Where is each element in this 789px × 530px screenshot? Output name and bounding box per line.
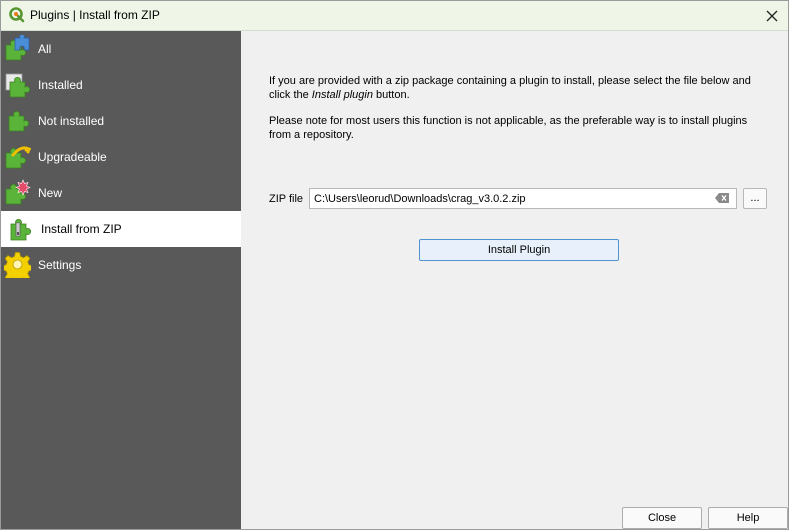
sidebar-item-label: New bbox=[38, 186, 63, 200]
close-button[interactable]: Close bbox=[622, 507, 702, 529]
sidebar-item-label: Upgradeable bbox=[38, 150, 107, 164]
sidebar-item-label: Not installed bbox=[38, 114, 105, 128]
sidebar-item-label: Settings bbox=[38, 258, 82, 272]
zip-file-input[interactable] bbox=[309, 188, 737, 209]
clear-input-icon[interactable] bbox=[715, 193, 729, 203]
plugins-dialog: Plugins | Install from ZIP All Installed bbox=[0, 0, 789, 530]
sidebar-item-not-installed[interactable]: Not installed bbox=[1, 103, 241, 139]
intro-text: If you are provided with a zip package c… bbox=[269, 75, 751, 101]
window-title: Plugins | Install from ZIP bbox=[30, 8, 160, 22]
install-plugin-emphasis: Install plugin bbox=[311, 89, 373, 101]
sidebar-item-label: Installed bbox=[38, 78, 83, 92]
zip-file-label: ZIP file bbox=[269, 193, 304, 205]
install-zip-icon bbox=[10, 219, 31, 241]
puzzle-upgradeable-icon bbox=[5, 146, 31, 169]
sidebar: All Installed Not installed Upgradeable bbox=[1, 31, 241, 529]
settings-gear-icon bbox=[4, 252, 31, 278]
puzzle-new-icon bbox=[5, 179, 31, 205]
install-plugin-button[interactable]: Install Plugin bbox=[419, 239, 619, 261]
puzzle-installed-icon bbox=[5, 73, 30, 98]
sidebar-item-upgradeable[interactable]: Upgradeable bbox=[1, 139, 241, 175]
qgis-logo-icon bbox=[9, 7, 25, 23]
help-button[interactable]: Help bbox=[708, 507, 788, 529]
sidebar-item-label: All bbox=[38, 42, 52, 56]
sidebar-item-install-from-zip[interactable]: Install from ZIP bbox=[1, 211, 241, 247]
note-text: Please note for most users this function… bbox=[269, 115, 748, 141]
sidebar-item-all[interactable]: All bbox=[1, 31, 241, 67]
install-from-zip-panel: If you are provided with a zip package c… bbox=[242, 31, 788, 529]
sidebar-item-label: Install from ZIP bbox=[41, 222, 122, 236]
browse-button[interactable]: ... bbox=[743, 188, 767, 209]
puzzle-all-icon bbox=[5, 35, 30, 61]
sidebar-item-installed[interactable]: Installed bbox=[1, 67, 241, 103]
sidebar-item-settings[interactable]: Settings bbox=[1, 247, 241, 283]
sidebar-item-new[interactable]: New bbox=[1, 175, 241, 211]
close-icon[interactable] bbox=[761, 5, 783, 27]
puzzle-not-installed-icon bbox=[8, 111, 29, 132]
title-bar: Plugins | Install from ZIP bbox=[1, 1, 788, 31]
